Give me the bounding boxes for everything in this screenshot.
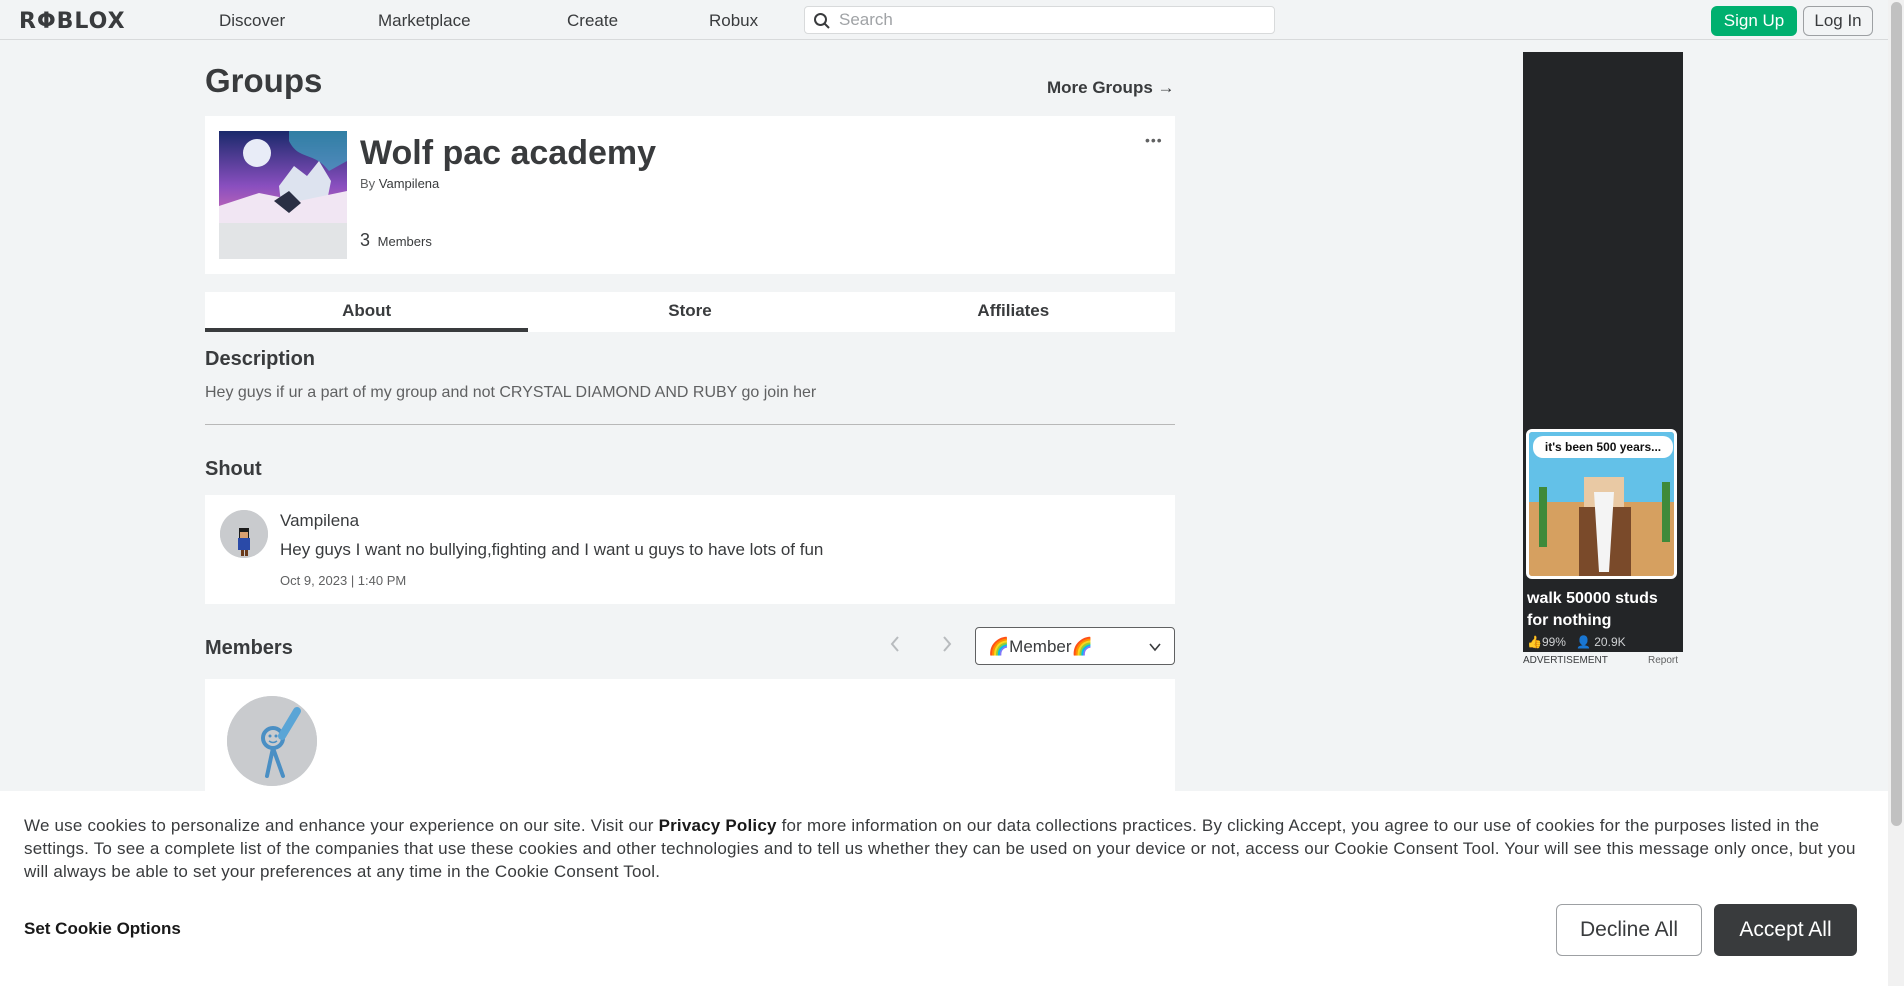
nav-marketplace[interactable]: Marketplace xyxy=(378,11,471,31)
shout-message: Hey guys I want no bullying,fighting and… xyxy=(280,540,824,559)
ad-player-count: 👤 20.9K xyxy=(1575,635,1626,649)
accept-all-button[interactable]: Accept All xyxy=(1714,904,1857,956)
group-header-card: Wolf pac academy By Vampilena 3 Members … xyxy=(205,116,1175,274)
shout-heading: Shout xyxy=(205,458,262,480)
group-name: Wolf pac academy xyxy=(360,134,657,172)
page-scrollbar-thumb[interactable] xyxy=(1891,2,1902,826)
ad-report-link[interactable]: Report xyxy=(1648,655,1678,666)
member-avatar[interactable] xyxy=(227,696,317,786)
ad-game-thumbnail[interactable]: it's been 500 years... xyxy=(1526,429,1677,579)
ad-bubble-text: it's been 500 years... xyxy=(1533,436,1673,458)
nav-discover[interactable]: Discover xyxy=(219,11,285,31)
decline-all-button[interactable]: Decline All xyxy=(1556,904,1702,956)
avatar-icon xyxy=(220,510,268,558)
search-box[interactable] xyxy=(804,6,1275,34)
shout-card: Vampilena Hey guys I want no bullying,fi… xyxy=(205,495,1175,604)
ad-stats: 👍99% 👤 20.9K xyxy=(1527,635,1626,649)
member-count-number: 3 xyxy=(360,230,371,250)
cookie-message: We use cookies to personalize and enhanc… xyxy=(24,814,1864,883)
tab-about[interactable]: About xyxy=(205,292,529,332)
next-page-button[interactable] xyxy=(940,634,954,660)
top-navigation: RΦBLOX Discover Marketplace Create Robux… xyxy=(0,0,1888,40)
chevron-left-icon xyxy=(890,636,899,652)
group-owner-link[interactable]: Vampilena xyxy=(379,176,439,191)
nav-robux[interactable]: Robux xyxy=(709,11,758,31)
group-member-count: 3 Members xyxy=(360,230,432,251)
group-emblem xyxy=(219,131,347,259)
search-icon xyxy=(814,13,830,29)
set-cookie-options-link[interactable]: Set Cookie Options xyxy=(24,919,181,939)
more-groups-link[interactable]: More Groups → xyxy=(1047,78,1175,98)
cookie-text-before: We use cookies to personalize and enhanc… xyxy=(24,816,659,835)
nav-create[interactable]: Create xyxy=(567,11,618,31)
tab-affiliates[interactable]: Affiliates xyxy=(852,292,1175,332)
group-description: Hey guys if ur a part of my group and no… xyxy=(205,384,817,401)
avatar-icon xyxy=(227,696,317,786)
group-owner-line: By Vampilena xyxy=(360,176,439,191)
advertisement[interactable]: it's been 500 years... walk 50000 studs … xyxy=(1523,52,1683,652)
sign-up-button[interactable]: Sign Up xyxy=(1711,6,1797,36)
search-input[interactable] xyxy=(839,9,1259,31)
by-label: By xyxy=(360,176,376,191)
tab-store[interactable]: Store xyxy=(528,292,851,332)
section-divider xyxy=(205,424,1175,425)
shout-poster-name[interactable]: Vampilena xyxy=(280,511,359,531)
advertisement-label: ADVERTISEMENT xyxy=(1523,655,1608,666)
description-heading: Description xyxy=(205,348,316,370)
ad-rating: 👍99% xyxy=(1527,635,1566,649)
shout-avatar[interactable] xyxy=(220,510,268,558)
previous-page-button[interactable] xyxy=(888,634,902,660)
members-heading: Members xyxy=(205,637,293,659)
shout-timestamp: Oct 9, 2023 | 1:40 PM xyxy=(280,573,407,588)
role-dropdown[interactable]: 🌈Member🌈 xyxy=(975,627,1175,665)
cookie-consent-banner: We use cookies to personalize and enhanc… xyxy=(0,791,1888,986)
member-count-label: Members xyxy=(377,234,432,249)
chevron-down-icon xyxy=(1149,643,1161,652)
group-tabs: About Store Affiliates xyxy=(205,292,1175,332)
role-selected-value: 🌈Member🌈 xyxy=(988,637,1093,656)
chevron-right-icon xyxy=(943,636,952,652)
log-in-button[interactable]: Log In xyxy=(1803,6,1873,36)
group-emblem-image xyxy=(219,131,347,259)
ad-game-title[interactable]: walk 50000 studs for nothing xyxy=(1527,588,1683,632)
roblox-logo[interactable]: RΦBLOX xyxy=(19,9,126,34)
members-list xyxy=(205,679,1175,799)
privacy-policy-link[interactable]: Privacy Policy xyxy=(659,816,777,835)
page-title: Groups xyxy=(205,62,323,99)
more-options-icon[interactable]: ••• xyxy=(1145,132,1163,148)
